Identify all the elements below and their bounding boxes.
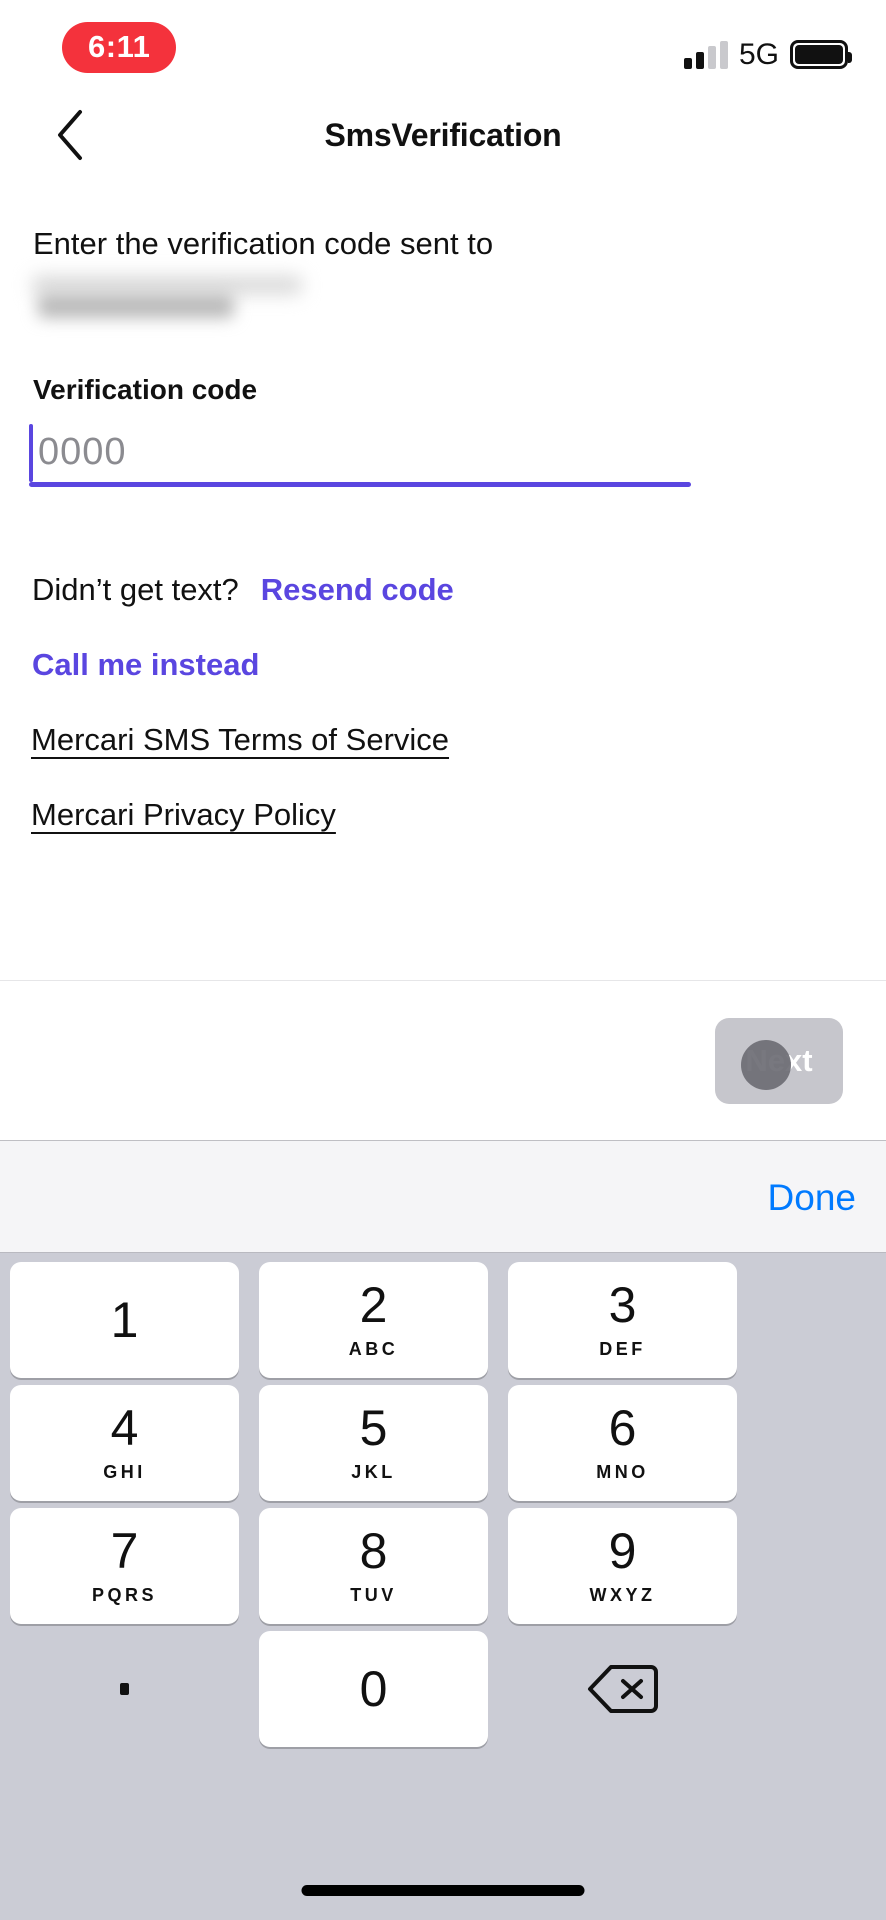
- key-digit: 7: [110, 1523, 139, 1579]
- text-cursor: [29, 424, 33, 482]
- navigation-bar: SmsVerification: [0, 96, 886, 182]
- keyboard-accessory-bar: Done: [0, 1140, 886, 1253]
- key-letters: PQRS: [91, 1585, 157, 1605]
- battery-icon: [790, 40, 852, 69]
- page-title: SmsVerification: [324, 117, 562, 153]
- key-letters: ABC: [348, 1339, 399, 1359]
- network-type-label: 5G: [738, 38, 779, 71]
- key-letters: JKL: [351, 1462, 396, 1482]
- key-9[interactable]: 9 WXYZ: [508, 1508, 737, 1624]
- keypad-row: 1 2 ABC 3 DEF: [0, 1262, 886, 1384]
- key-digit: 4: [110, 1400, 139, 1456]
- key-5[interactable]: 5 JKL: [259, 1385, 488, 1501]
- key-backspace[interactable]: [508, 1631, 737, 1747]
- input-underline: [29, 482, 691, 487]
- status-indicators: 5G: [683, 27, 852, 71]
- call-me-instead-link[interactable]: Call me instead: [32, 647, 259, 683]
- period-icon: [120, 1683, 129, 1695]
- sms-terms-of-service-link[interactable]: Mercari SMS Terms of Service: [31, 722, 449, 758]
- phone-screen: 6:11 5G SmsVerification Enter the verifi…: [0, 0, 886, 1920]
- key-digit: 6: [608, 1400, 637, 1456]
- key-0[interactable]: 0: [259, 1631, 488, 1747]
- key-period[interactable]: [10, 1631, 239, 1747]
- key-digit: 1: [110, 1292, 139, 1348]
- next-button[interactable]: Next: [715, 1018, 843, 1104]
- status-time-recording-pill: 6:11: [62, 22, 177, 73]
- status-bar: 6:11 5G: [0, 0, 886, 96]
- key-2[interactable]: 2 ABC: [259, 1262, 488, 1378]
- verification-code-input[interactable]: 0000: [29, 420, 691, 490]
- key-letters: DEF: [599, 1339, 646, 1359]
- key-digit: 3: [608, 1277, 637, 1333]
- resend-row: Didn’t get text? Resend code: [32, 572, 454, 608]
- key-6[interactable]: 6 MNO: [508, 1385, 737, 1501]
- key-digit: 9: [608, 1523, 637, 1579]
- backspace-icon: [587, 1665, 658, 1713]
- keypad-row: 7 PQRS 8 TUV 9 WXYZ: [0, 1508, 886, 1630]
- key-4[interactable]: 4 GHI: [10, 1385, 239, 1501]
- key-1[interactable]: 1: [10, 1262, 239, 1378]
- numeric-keyboard: Done 1 2 ABC 3 DEF 4 GHI 5 JKL 6 MNO 7 P…: [0, 1140, 886, 1920]
- key-letters: TUV: [350, 1585, 397, 1605]
- resend-question-label: Didn’t get text?: [32, 572, 239, 607]
- key-digit: 0: [359, 1661, 388, 1717]
- lead-instruction-text: Enter the verification code sent to: [33, 226, 494, 261]
- resend-code-link[interactable]: Resend code: [261, 572, 454, 608]
- keyboard-done-button[interactable]: Done: [768, 1141, 856, 1254]
- touch-indicator: [741, 1040, 791, 1090]
- home-indicator: [301, 1885, 585, 1896]
- key-letters: GHI: [103, 1462, 146, 1482]
- key-7[interactable]: 7 PQRS: [10, 1508, 239, 1624]
- keypad: 1 2 ABC 3 DEF 4 GHI 5 JKL 6 MNO 7 PQRS 8…: [0, 1262, 886, 1807]
- cellular-signal-icon: [683, 41, 728, 69]
- key-digit: 8: [359, 1523, 388, 1579]
- keypad-row: 0: [0, 1631, 886, 1753]
- key-digit: 2: [359, 1277, 388, 1333]
- key-8[interactable]: 8 TUV: [259, 1508, 488, 1624]
- key-digit: 5: [359, 1400, 388, 1456]
- footer-bar: Next: [0, 980, 886, 1140]
- privacy-policy-link[interactable]: Mercari Privacy Policy: [31, 797, 336, 833]
- key-letters: WXYZ: [589, 1585, 656, 1605]
- verification-code-placeholder: 0000: [38, 431, 127, 473]
- keypad-row: 4 GHI 5 JKL 6 MNO: [0, 1385, 886, 1507]
- main-content: Enter the verification code sent to Veri…: [0, 182, 886, 980]
- key-3[interactable]: 3 DEF: [508, 1262, 737, 1378]
- redacted-phone-number: [22, 270, 312, 326]
- verification-code-label: Verification code: [33, 374, 258, 405]
- key-letters: MNO: [596, 1462, 649, 1482]
